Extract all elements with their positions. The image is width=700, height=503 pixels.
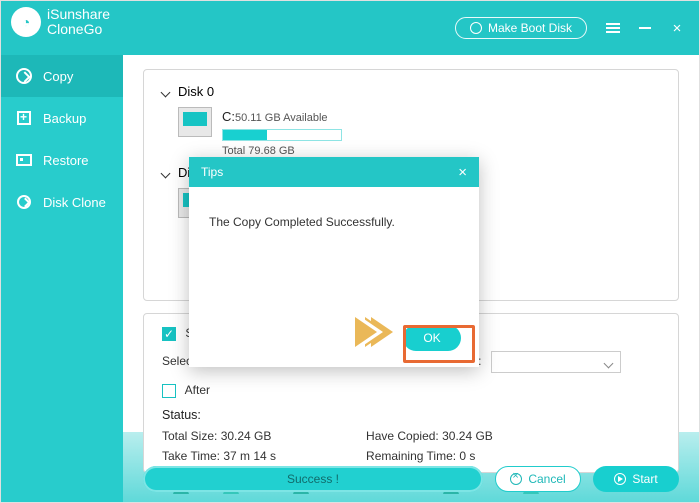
drive-icon	[178, 107, 212, 137]
partition-select[interactable]	[491, 351, 621, 373]
start-button[interactable]: Start	[593, 466, 679, 492]
disc-icon	[470, 22, 482, 34]
sidebar-item-restore[interactable]: Restore	[1, 139, 123, 181]
cancel-button[interactable]: Cancel	[495, 466, 581, 492]
status-have-copied: Have Copied: 30.24 GB	[366, 426, 493, 446]
sidebar-item-disk-clone[interactable]: Disk Clone	[1, 181, 123, 223]
arrow-icon	[355, 317, 377, 347]
dialog-message: The Copy Completed Successfully.	[189, 187, 479, 229]
status-right: Have Copied: 30.24 GB Remaining Time: 0 …	[366, 426, 493, 467]
logo-line2: CloneGo	[47, 22, 110, 37]
minimize-icon	[639, 27, 651, 29]
close-icon: ×	[673, 20, 682, 37]
logo-text: iSunshare CloneGo	[47, 7, 110, 38]
backup-icon	[15, 109, 33, 127]
make-boot-label: Make Boot Disk	[488, 21, 572, 35]
chevron-down-icon	[162, 168, 172, 178]
menu-icon	[606, 23, 620, 33]
status-remaining: Remaining Time: 0 s	[366, 446, 493, 466]
window-controls: ×	[605, 20, 685, 36]
drive-available: 50.11 GB Available	[235, 112, 328, 124]
restore-icon	[15, 151, 33, 169]
make-boot-disk-button[interactable]: Make Boot Disk	[455, 17, 587, 39]
menu-button[interactable]	[605, 20, 621, 36]
status-total-size: Total Size: 30.24 GB	[162, 426, 276, 446]
status-left: Total Size: 30.24 GB Take Time: 37 m 14 …	[162, 426, 276, 467]
annotation-highlight	[403, 325, 475, 363]
disk0-header[interactable]: Disk 0	[162, 84, 660, 99]
drive-letter: C:	[222, 109, 235, 124]
dialog-title: Tips	[201, 165, 223, 179]
sidebar-item-label: Backup	[43, 111, 86, 126]
usage-bar-fill	[223, 130, 267, 140]
logo-icon: ◔	[11, 7, 41, 37]
drive-info: C:50.11 GB Available Total 79.68 GB	[222, 107, 342, 159]
drive-c-row[interactable]: C:50.11 GB Available Total 79.68 GB	[178, 107, 660, 159]
after-checkbox[interactable]	[162, 384, 176, 398]
disk0-label: Disk 0	[178, 84, 214, 99]
copy-icon	[15, 67, 33, 85]
dialog-titlebar: Tips ×	[189, 157, 479, 187]
annotation-arrow	[355, 307, 405, 357]
sidebar-item-label: Disk Clone	[43, 195, 106, 210]
sidebar-item-backup[interactable]: Backup	[1, 97, 123, 139]
status-title: Status:	[162, 408, 660, 422]
sidebar-item-copy[interactable]: Copy	[1, 55, 123, 97]
app-logo: ◔ iSunshare CloneGo	[11, 7, 110, 38]
option-after-row: After	[162, 383, 660, 398]
play-icon	[614, 473, 626, 485]
status-section: Status: Total Size: 30.24 GB Take Time: …	[162, 408, 660, 467]
cancel-icon	[510, 473, 522, 485]
progress-label: Success !	[287, 472, 339, 486]
footer-buttons: Success ! Cancel Start	[143, 466, 679, 492]
usage-bar	[222, 129, 342, 141]
disk-clone-icon	[15, 193, 33, 211]
status-take-time: Take Time: 37 m 14 s	[162, 446, 276, 466]
progress-bar: Success !	[143, 466, 483, 492]
sidebar-item-label: Restore	[43, 153, 89, 168]
sidebar-item-label: Copy	[43, 69, 73, 84]
logo-line1: iSunshare	[47, 7, 110, 22]
set-checkbox[interactable]: ✓	[162, 327, 176, 341]
cancel-label: Cancel	[528, 472, 565, 486]
sidebar: Copy Backup Restore Disk Clone	[1, 55, 123, 502]
minimize-button[interactable]	[637, 20, 653, 36]
close-button[interactable]: ×	[669, 20, 685, 36]
app-window: Make Boot Disk × ◔ iSunshare CloneGo Cop…	[0, 0, 700, 503]
dialog-close-button[interactable]: ×	[458, 164, 467, 181]
chevron-down-icon	[162, 87, 172, 97]
start-label: Start	[632, 472, 657, 486]
after-label: After	[185, 383, 210, 397]
